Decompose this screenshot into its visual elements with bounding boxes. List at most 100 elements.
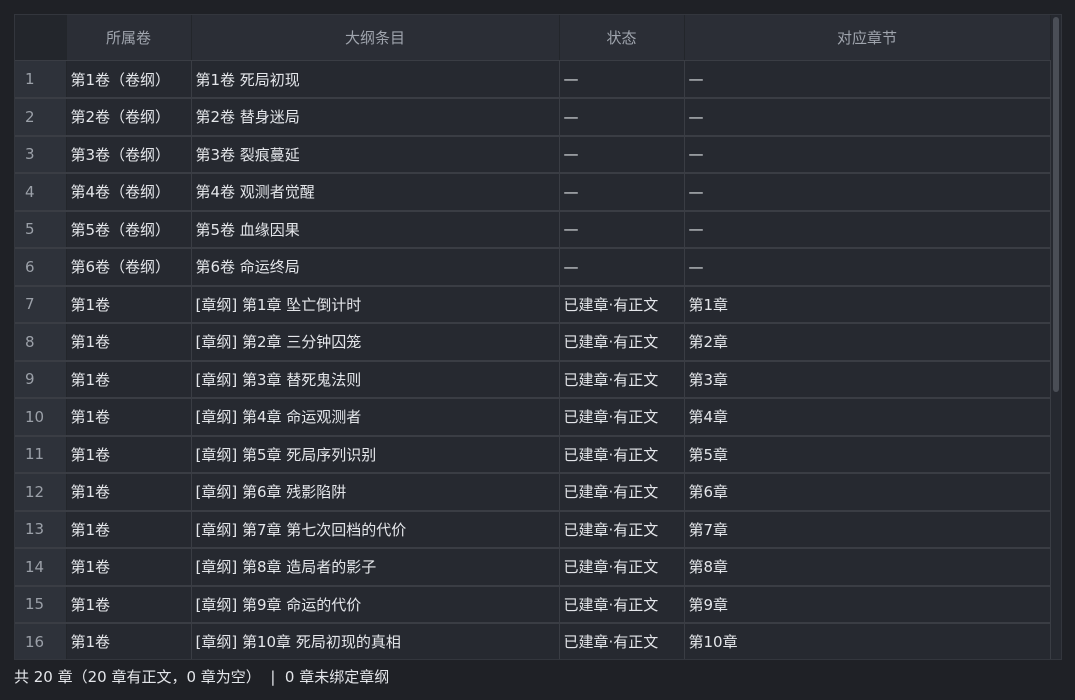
row-number[interactable]: 1 (15, 60, 67, 99)
cell-outline-item[interactable]: [章纲] 第2章 三分钟囚笼 (191, 323, 560, 362)
cell-status[interactable]: 已建章·有正文 (559, 285, 685, 324)
column-header-outline-item[interactable]: 大纲条目 (191, 15, 560, 61)
cell-chapter[interactable]: — (684, 135, 1051, 174)
cell-status[interactable]: — (559, 98, 685, 137)
cell-chapter[interactable]: 第4章 (684, 398, 1051, 437)
cell-volume[interactable]: 第1卷 (66, 285, 192, 324)
column-header-volume[interactable]: 所属卷 (66, 15, 192, 61)
cell-outline-item[interactable]: [章纲] 第7章 第七次回档的代价 (191, 510, 560, 549)
row-number[interactable]: 11 (15, 435, 67, 474)
cell-status[interactable]: — (559, 173, 685, 212)
cell-status[interactable]: — (559, 60, 685, 99)
row-number[interactable]: 3 (15, 135, 67, 174)
table-row[interactable]: 6 第6卷（卷纲） 第6卷 命运终局 — — (15, 248, 1051, 287)
cell-volume[interactable]: 第1卷 (66, 398, 192, 437)
cell-outline-item[interactable]: 第5卷 血缘因果 (191, 210, 560, 249)
cell-chapter[interactable]: — (684, 98, 1051, 137)
cell-volume[interactable]: 第3卷（卷纲） (66, 135, 192, 174)
cell-outline-item[interactable]: [章纲] 第1章 坠亡倒计时 (191, 285, 560, 324)
table-row[interactable]: 3 第3卷（卷纲） 第3卷 裂痕蔓延 — — (15, 135, 1051, 174)
table-row[interactable]: 7 第1卷 [章纲] 第1章 坠亡倒计时 已建章·有正文 第1章 (15, 285, 1051, 324)
row-number[interactable]: 2 (15, 98, 67, 137)
cell-outline-item[interactable]: [章纲] 第6章 残影陷阱 (191, 473, 560, 512)
cell-status[interactable]: 已建章·有正文 (559, 360, 685, 399)
cell-volume[interactable]: 第1卷 (66, 623, 192, 659)
table-row[interactable]: 16 第1卷 [章纲] 第10章 死局初现的真相 已建章·有正文 第10章 (15, 623, 1051, 659)
cell-status[interactable]: — (559, 210, 685, 249)
cell-chapter[interactable]: 第7章 (684, 510, 1051, 549)
row-number[interactable]: 5 (15, 210, 67, 249)
cell-outline-item[interactable]: 第4卷 观测者觉醒 (191, 173, 560, 212)
cell-outline-item[interactable]: 第2卷 替身迷局 (191, 98, 560, 137)
cell-volume[interactable]: 第1卷 (66, 510, 192, 549)
cell-status[interactable]: — (559, 135, 685, 174)
cell-chapter[interactable]: — (684, 248, 1051, 287)
cell-volume[interactable]: 第1卷 (66, 548, 192, 587)
cell-status[interactable]: 已建章·有正文 (559, 473, 685, 512)
cell-outline-item[interactable]: 第6卷 命运终局 (191, 248, 560, 287)
table-row[interactable]: 14 第1卷 [章纲] 第8章 造局者的影子 已建章·有正文 第8章 (15, 548, 1051, 587)
table-row[interactable]: 11 第1卷 [章纲] 第5章 死局序列识别 已建章·有正文 第5章 (15, 435, 1051, 474)
table-corner-cell[interactable] (15, 15, 67, 61)
cell-status[interactable]: 已建章·有正文 (559, 510, 685, 549)
cell-chapter[interactable]: — (684, 60, 1051, 99)
table-row[interactable]: 2 第2卷（卷纲） 第2卷 替身迷局 — — (15, 98, 1051, 137)
row-number[interactable]: 4 (15, 173, 67, 212)
cell-chapter[interactable]: — (684, 210, 1051, 249)
row-number[interactable]: 9 (15, 360, 67, 399)
table-row[interactable]: 1 第1卷（卷纲） 第1卷 死局初现 — — (15, 60, 1051, 99)
cell-chapter[interactable]: — (684, 173, 1051, 212)
cell-volume[interactable]: 第1卷（卷纲） (66, 60, 192, 99)
cell-chapter[interactable]: 第5章 (684, 435, 1051, 474)
cell-status[interactable]: 已建章·有正文 (559, 398, 685, 437)
cell-outline-item[interactable]: 第1卷 死局初现 (191, 60, 560, 99)
cell-chapter[interactable]: 第1章 (684, 285, 1051, 324)
column-header-chapter[interactable]: 对应章节 (684, 15, 1051, 61)
table-row[interactable]: 8 第1卷 [章纲] 第2章 三分钟囚笼 已建章·有正文 第2章 (15, 323, 1051, 362)
vertical-scrollbar[interactable] (1053, 17, 1059, 392)
cell-outline-item[interactable]: 第3卷 裂痕蔓延 (191, 135, 560, 174)
column-header-status[interactable]: 状态 (559, 15, 685, 61)
cell-status[interactable]: 已建章·有正文 (559, 435, 685, 474)
row-number[interactable]: 10 (15, 398, 67, 437)
table-row[interactable]: 9 第1卷 [章纲] 第3章 替死鬼法则 已建章·有正文 第3章 (15, 360, 1051, 399)
row-number[interactable]: 12 (15, 473, 67, 512)
row-number[interactable]: 13 (15, 510, 67, 549)
table-row[interactable]: 4 第4卷（卷纲） 第4卷 观测者觉醒 — — (15, 173, 1051, 212)
cell-volume[interactable]: 第6卷（卷纲） (66, 248, 192, 287)
cell-chapter[interactable]: 第2章 (684, 323, 1051, 362)
row-number[interactable]: 16 (15, 623, 67, 659)
cell-outline-item[interactable]: [章纲] 第5章 死局序列识别 (191, 435, 560, 474)
cell-volume[interactable]: 第1卷 (66, 360, 192, 399)
cell-outline-item[interactable]: [章纲] 第10章 死局初现的真相 (191, 623, 560, 659)
cell-volume[interactable]: 第1卷 (66, 435, 192, 474)
table-row[interactable]: 10 第1卷 [章纲] 第4章 命运观测者 已建章·有正文 第4章 (15, 398, 1051, 437)
cell-outline-item[interactable]: [章纲] 第3章 替死鬼法则 (191, 360, 560, 399)
cell-volume[interactable]: 第2卷（卷纲） (66, 98, 192, 137)
cell-volume[interactable]: 第1卷 (66, 323, 192, 362)
cell-chapter[interactable]: 第9章 (684, 585, 1051, 624)
cell-status[interactable]: 已建章·有正文 (559, 623, 685, 659)
cell-chapter[interactable]: 第8章 (684, 548, 1051, 587)
cell-status[interactable]: 已建章·有正文 (559, 548, 685, 587)
cell-outline-item[interactable]: [章纲] 第9章 命运的代价 (191, 585, 560, 624)
cell-status[interactable]: 已建章·有正文 (559, 585, 685, 624)
table-row[interactable]: 13 第1卷 [章纲] 第7章 第七次回档的代价 已建章·有正文 第7章 (15, 510, 1051, 549)
cell-status[interactable]: 已建章·有正文 (559, 323, 685, 362)
cell-chapter[interactable]: 第6章 (684, 473, 1051, 512)
cell-chapter[interactable]: 第3章 (684, 360, 1051, 399)
cell-volume[interactable]: 第4卷（卷纲） (66, 173, 192, 212)
cell-outline-item[interactable]: [章纲] 第4章 命运观测者 (191, 398, 560, 437)
cell-volume[interactable]: 第5卷（卷纲） (66, 210, 192, 249)
cell-outline-item[interactable]: [章纲] 第8章 造局者的影子 (191, 548, 560, 587)
table-row[interactable]: 12 第1卷 [章纲] 第6章 残影陷阱 已建章·有正文 第6章 (15, 473, 1051, 512)
row-number[interactable]: 14 (15, 548, 67, 587)
cell-chapter[interactable]: 第10章 (684, 623, 1051, 659)
row-number[interactable]: 7 (15, 285, 67, 324)
cell-volume[interactable]: 第1卷 (66, 473, 192, 512)
cell-status[interactable]: — (559, 248, 685, 287)
cell-volume[interactable]: 第1卷 (66, 585, 192, 624)
table-row[interactable]: 5 第5卷（卷纲） 第5卷 血缘因果 — — (15, 210, 1051, 249)
table-row[interactable]: 15 第1卷 [章纲] 第9章 命运的代价 已建章·有正文 第9章 (15, 585, 1051, 624)
row-number[interactable]: 6 (15, 248, 67, 287)
